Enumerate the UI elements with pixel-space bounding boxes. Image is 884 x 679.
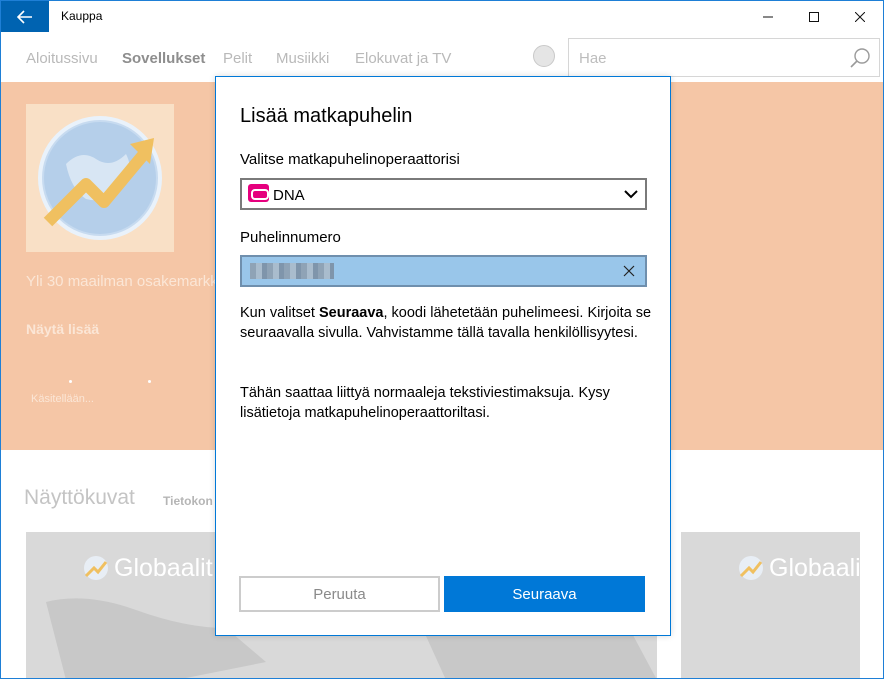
back-button[interactable] [1,1,49,32]
info-emphasis: Seuraava [319,305,384,321]
search-input[interactable] [579,49,839,67]
app-description: Yli 30 maailman osakemarkk [26,273,218,290]
screenshots-device-tab[interactable]: Tietokon [163,494,213,508]
app-logo-small-icon [84,556,108,580]
next-button[interactable]: Seuraava [444,576,645,612]
store-window: Kauppa Aloitussivu Sovellukset Pelit Mus… [0,0,884,679]
clear-icon[interactable] [623,265,635,277]
add-phone-dialog: Lisää matkapuhelin Valitse matkapuhelino… [215,76,671,636]
app-logo [26,104,174,252]
loading-text: Käsitellään... [31,393,94,405]
user-icon[interactable] [533,45,555,67]
progress-dot [148,380,151,383]
progress-dot [69,380,72,383]
screenshot-thumbnail[interactable]: Globaalit [681,532,860,678]
operator-selected-value: DNA [273,187,305,204]
minimize-icon [763,16,773,17]
operator-label: Valitse matkapuhelinoperaattorisi [240,151,460,168]
nav-item-home[interactable]: Aloitussivu [26,50,98,67]
operator-select[interactable]: DNA [240,178,647,210]
search-icon[interactable] [849,47,871,69]
nav-item-games[interactable]: Pelit [223,50,252,67]
phone-number-value-redacted [250,263,334,279]
phone-label: Puhelinnumero [240,229,341,246]
chevron-down-icon [624,190,638,199]
maximize-icon [809,11,819,22]
screenshot-label: Globaalit [114,554,213,582]
globe-chart-icon [38,116,162,240]
cancel-button[interactable]: Peruuta [239,576,440,612]
title-bar: Kauppa [1,1,883,32]
minimize-button[interactable] [745,1,791,32]
arrow-left-icon [17,9,32,24]
show-more-link[interactable]: Näytä lisää [26,321,99,337]
info-text: Kun valitset [240,305,319,321]
screenshots-title: Näyttökuvat [24,486,135,509]
screenshot-label: Globaalit [769,554,860,582]
close-button[interactable] [837,1,883,32]
nav-item-movies[interactable]: Elokuvat ja TV [355,50,451,67]
phone-number-input[interactable] [240,255,647,287]
store-nav: Aloitussivu Sovellukset Pelit Musiikki E… [1,32,883,82]
sms-fee-paragraph: Tähän saattaa liittyä normaaleja tekstiv… [240,385,610,421]
window-title: Kauppa [61,9,103,23]
close-icon [855,11,865,22]
nav-item-apps[interactable]: Sovellukset [122,50,205,67]
app-logo-small-icon [739,556,763,580]
operator-logo [248,184,269,202]
dialog-title: Lisää matkapuhelin [240,105,413,127]
nav-item-music[interactable]: Musiikki [276,50,329,67]
search-box[interactable] [568,38,880,77]
maximize-button[interactable] [791,1,837,32]
info-paragraph: Kun valitset Seuraava, koodi lähetetään … [240,303,652,343]
